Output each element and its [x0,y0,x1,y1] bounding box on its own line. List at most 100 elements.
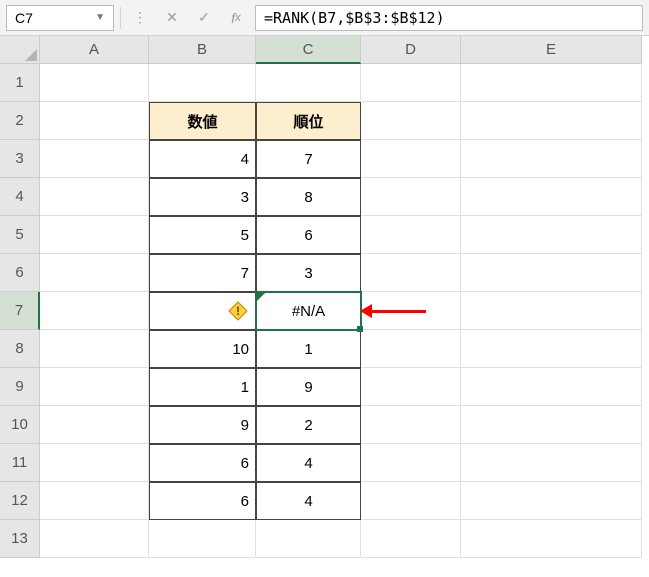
cell-A9[interactable] [40,368,149,406]
cell-D8[interactable] [361,330,461,368]
cell-C13[interactable] [256,520,361,558]
row-headers: 12345678910111213 [0,64,40,558]
cell-D12[interactable] [361,482,461,520]
cell-B10[interactable]: 9 [149,406,256,444]
row-header-7[interactable]: 7 [0,292,40,330]
cell-D2[interactable] [361,102,461,140]
cell-B6[interactable]: 7 [149,254,256,292]
cell-D4[interactable] [361,178,461,216]
row-header-9[interactable]: 9 [0,368,40,406]
enter-icon[interactable]: ✓ [191,5,217,31]
cell-C9[interactable]: 9 [256,368,361,406]
cell-A6[interactable] [40,254,149,292]
cancel-icon[interactable]: ✕ [159,5,185,31]
cell-A2[interactable] [40,102,149,140]
cell-B3[interactable]: 4 [149,140,256,178]
cell-reference: C7 [15,10,33,26]
cell-E4[interactable] [461,178,642,216]
cell-B1[interactable] [149,64,256,102]
row-header-1[interactable]: 1 [0,64,40,102]
cell-B8[interactable]: 10 [149,330,256,368]
cell-C10[interactable]: 2 [256,406,361,444]
separator [120,7,121,29]
cell-E5[interactable] [461,216,642,254]
cell-C2[interactable]: 順位 [256,102,361,140]
cell-B5[interactable]: 5 [149,216,256,254]
row-header-3[interactable]: 3 [0,140,40,178]
name-box[interactable]: C7 ▼ [6,5,114,31]
cell-D9[interactable] [361,368,461,406]
cell-A3[interactable] [40,140,149,178]
cell-A7[interactable] [40,292,149,330]
cell-A11[interactable] [40,444,149,482]
col-header-d[interactable]: D [361,36,461,64]
cell-B12[interactable]: 6 [149,482,256,520]
cell-E2[interactable] [461,102,642,140]
row-header-12[interactable]: 12 [0,482,40,520]
cell-A10[interactable] [40,406,149,444]
error-triangle-icon [257,293,265,301]
cell-D11[interactable] [361,444,461,482]
cell-E10[interactable] [461,406,642,444]
callout-arrow [360,304,426,318]
cell-grid: 数値順位47385673#N/A10119926464 [40,64,642,558]
cell-D13[interactable] [361,520,461,558]
cell-C1[interactable] [256,64,361,102]
col-header-b[interactable]: B [149,36,256,64]
cell-C3[interactable]: 7 [256,140,361,178]
cell-E1[interactable] [461,64,642,102]
col-header-c[interactable]: C [256,36,361,64]
row-header-2[interactable]: 2 [0,102,40,140]
fx-icon[interactable]: fx [223,5,249,31]
row-header-6[interactable]: 6 [0,254,40,292]
cell-E6[interactable] [461,254,642,292]
cell-E11[interactable] [461,444,642,482]
cell-E12[interactable] [461,482,642,520]
cell-E9[interactable] [461,368,642,406]
cell-B4[interactable]: 3 [149,178,256,216]
cell-D6[interactable] [361,254,461,292]
cell-E3[interactable] [461,140,642,178]
row-header-5[interactable]: 5 [0,216,40,254]
row-header-13[interactable]: 13 [0,520,40,558]
cell-C4[interactable]: 8 [256,178,361,216]
svg-text:!: ! [236,304,240,318]
chevron-down-icon: ▼ [95,12,105,23]
cell-C5[interactable]: 6 [256,216,361,254]
cell-B9[interactable]: 1 [149,368,256,406]
arrow-head-icon [360,304,372,318]
cell-A4[interactable] [40,178,149,216]
cell-B13[interactable] [149,520,256,558]
fill-handle[interactable] [357,326,363,332]
error-indicator-icon[interactable]: ! [228,301,248,321]
cell-E13[interactable] [461,520,642,558]
cell-C8[interactable]: 1 [256,330,361,368]
cell-C7[interactable]: #N/A [256,292,361,330]
formula-input[interactable]: =RANK(B7,$B$3:$B$12) [255,5,643,31]
row-header-11[interactable]: 11 [0,444,40,482]
cell-A13[interactable] [40,520,149,558]
row-header-8[interactable]: 8 [0,330,40,368]
cell-D3[interactable] [361,140,461,178]
cell-E8[interactable] [461,330,642,368]
cell-B11[interactable]: 6 [149,444,256,482]
select-all-corner[interactable] [0,36,40,64]
cell-E7[interactable] [461,292,642,330]
col-header-a[interactable]: A [40,36,149,64]
cell-D5[interactable] [361,216,461,254]
cell-C6[interactable]: 3 [256,254,361,292]
cell-C11[interactable]: 4 [256,444,361,482]
dots-icon[interactable]: ⋮ [127,5,153,31]
cell-D1[interactable] [361,64,461,102]
cell-A5[interactable] [40,216,149,254]
row-header-4[interactable]: 4 [0,178,40,216]
column-headers: ABCDE [40,36,642,64]
cell-A8[interactable] [40,330,149,368]
cell-B2[interactable]: 数値 [149,102,256,140]
cell-A1[interactable] [40,64,149,102]
cell-D10[interactable] [361,406,461,444]
row-header-10[interactable]: 10 [0,406,40,444]
col-header-e[interactable]: E [461,36,642,64]
cell-A12[interactable] [40,482,149,520]
cell-C12[interactable]: 4 [256,482,361,520]
